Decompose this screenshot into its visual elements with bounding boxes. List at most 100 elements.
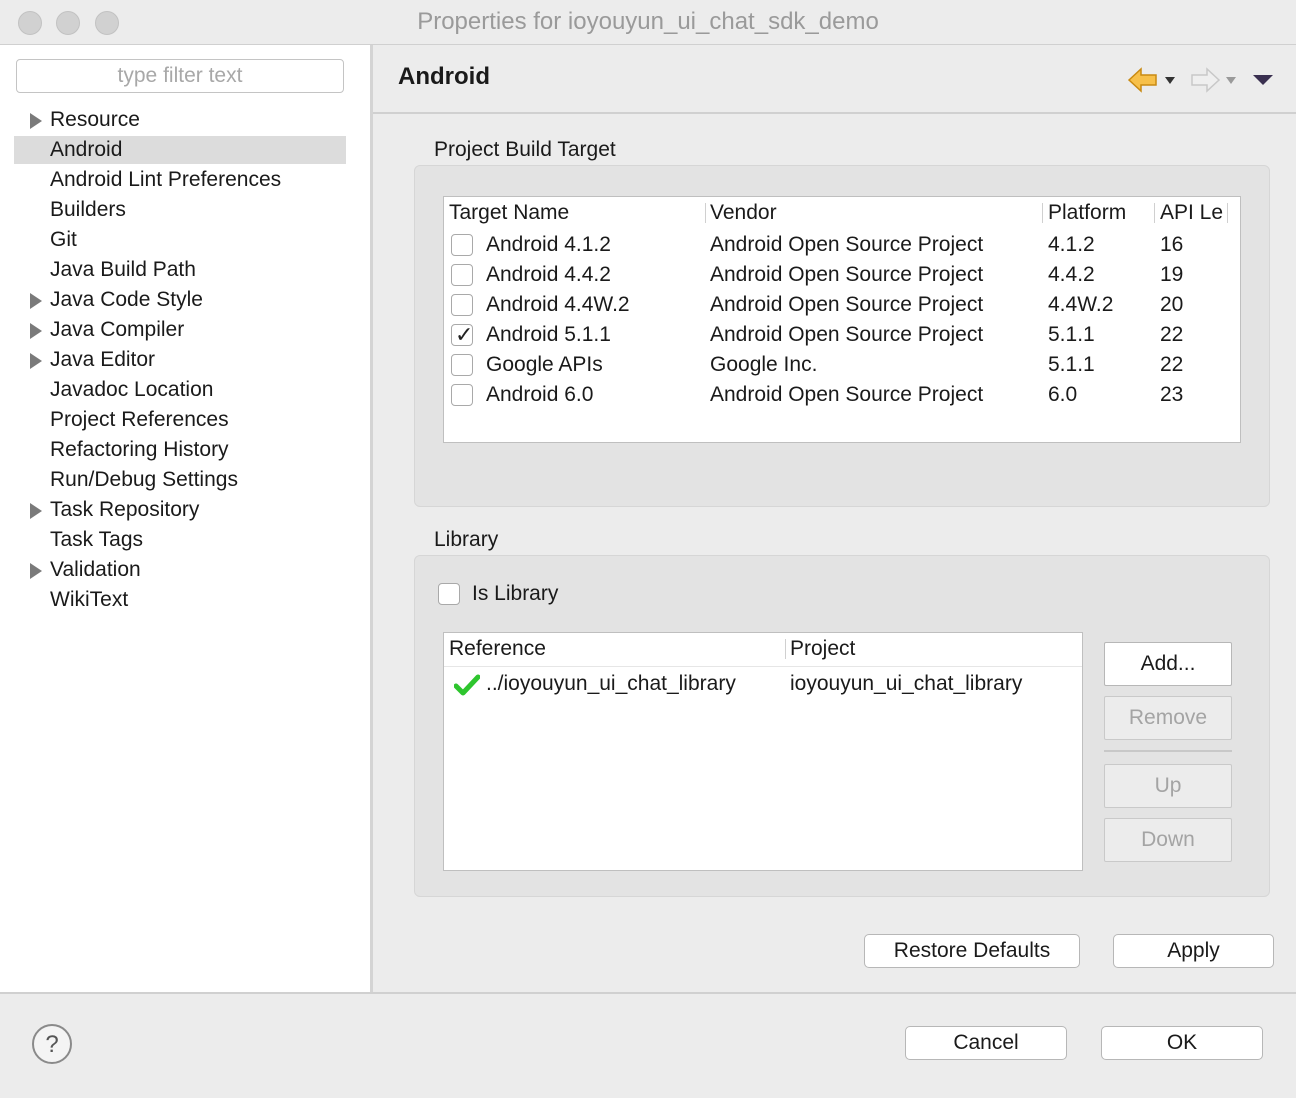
checkmark-icon: ✓ bbox=[455, 322, 474, 347]
expand-arrow-icon[interactable] bbox=[30, 293, 42, 309]
ok-button[interactable]: OK bbox=[1101, 1026, 1263, 1060]
filter-input[interactable] bbox=[16, 59, 344, 93]
target-vendor-cell: Android Open Source Project bbox=[710, 233, 984, 256]
sidebar-item[interactable]: Run/Debug Settings bbox=[14, 466, 346, 494]
column-separator[interactable] bbox=[1042, 203, 1043, 223]
table-row[interactable]: Android 4.4W.2 Android Open Source Projec… bbox=[444, 290, 1240, 320]
sidebar-item[interactable]: Git bbox=[14, 226, 346, 254]
target-vendor-cell: Google Inc. bbox=[710, 353, 818, 376]
library-project-cell: ioyouyun_ui_chat_library bbox=[790, 672, 1023, 695]
expand-arrow-icon[interactable] bbox=[30, 113, 42, 129]
library-reference-table: Reference Project ../ioyouyun_ui_chat_li… bbox=[443, 632, 1083, 871]
is-library-checkbox[interactable] bbox=[438, 583, 460, 605]
header-divider bbox=[373, 112, 1296, 114]
forward-arrow-icon bbox=[1191, 67, 1221, 93]
target-vendor-cell: Android Open Source Project bbox=[710, 293, 984, 316]
target-platform-cell: 5.1.1 bbox=[1048, 323, 1095, 346]
target-checkbox[interactable] bbox=[451, 294, 473, 316]
sidebar-item[interactable]: Validation bbox=[14, 556, 346, 584]
table-row[interactable]: Android 6.0 Android Open Source Project 6.… bbox=[444, 380, 1240, 410]
target-vendor-cell: Android Open Source Project bbox=[710, 323, 984, 346]
target-api-cell: 22 bbox=[1160, 323, 1184, 346]
is-library-label: Is Library bbox=[472, 582, 559, 605]
sidebar-item-label: Resource bbox=[50, 108, 140, 131]
sidebar-item[interactable]: WikiText bbox=[14, 586, 346, 614]
column-header-target-name[interactable]: Target Name bbox=[449, 197, 569, 229]
restore-defaults-button[interactable]: Restore Defaults bbox=[864, 934, 1080, 968]
down-library-button[interactable]: Down bbox=[1104, 818, 1232, 862]
column-separator[interactable] bbox=[705, 203, 706, 223]
back-dropdown-icon[interactable] bbox=[1164, 76, 1176, 86]
column-header-platform[interactable]: Platform bbox=[1048, 197, 1126, 229]
sidebar-item-label: Java Code Style bbox=[50, 288, 203, 311]
sidebar-item-label: Java Build Path bbox=[50, 258, 196, 281]
expand-arrow-icon[interactable] bbox=[30, 353, 42, 369]
table-row[interactable]: Android 4.1.2 Android Open Source Project… bbox=[444, 230, 1240, 260]
sidebar-item-label: Validation bbox=[50, 558, 141, 581]
sidebar-item-label: Git bbox=[50, 228, 77, 251]
sidebar-item-label: Java Editor bbox=[50, 348, 156, 371]
column-header-vendor[interactable]: Vendor bbox=[710, 197, 777, 229]
column-header-project[interactable]: Project bbox=[790, 633, 855, 665]
expand-arrow-icon[interactable] bbox=[30, 503, 42, 519]
sidebar-item[interactable]: Task Tags bbox=[14, 526, 346, 554]
apply-button[interactable]: Apply bbox=[1113, 934, 1274, 968]
library-reference-cell: ../ioyouyun_ui_chat_library bbox=[486, 672, 736, 695]
sidebar-item[interactable]: Java Code Style bbox=[14, 286, 346, 314]
target-checkbox[interactable] bbox=[451, 354, 473, 376]
expand-arrow-icon[interactable] bbox=[30, 323, 42, 339]
table-row[interactable]: Google APIs Google Inc. 5.1.1 22 bbox=[444, 350, 1240, 380]
sidebar-item-label: Builders bbox=[50, 198, 126, 221]
table-row[interactable]: Android 4.4.2 Android Open Source Project… bbox=[444, 260, 1240, 290]
target-platform-cell: 5.1.1 bbox=[1048, 353, 1095, 376]
remove-library-button[interactable]: Remove bbox=[1104, 696, 1232, 740]
sidebar-item[interactable]: Android Lint Preferences bbox=[14, 166, 346, 194]
sidebar-item-label: WikiText bbox=[50, 588, 129, 611]
sidebar-item-label: Run/Debug Settings bbox=[50, 468, 238, 491]
sidebar-item[interactable]: Builders bbox=[14, 196, 346, 224]
sidebar-item[interactable]: Java Compiler bbox=[14, 316, 346, 344]
up-library-button[interactable]: Up bbox=[1104, 764, 1232, 808]
target-vendor-cell: Android Open Source Project bbox=[710, 263, 984, 286]
window-title: Properties for ioyouyun_ui_chat_sdk_demo bbox=[417, 8, 879, 35]
sidebar-item-label: Project References bbox=[50, 408, 229, 431]
back-arrow-icon[interactable] bbox=[1126, 66, 1160, 94]
sidebar-item[interactable]: Android bbox=[14, 136, 346, 164]
sidebar-item[interactable]: Project References bbox=[14, 406, 346, 434]
sidebar-item-label: Android bbox=[50, 138, 123, 161]
target-api-cell: 16 bbox=[1160, 233, 1184, 256]
table-row[interactable]: ✓ Android 5.1.1 Android Open Source Projec… bbox=[444, 320, 1240, 350]
sidebar-item[interactable]: Refactoring History bbox=[14, 436, 346, 464]
target-checkbox[interactable] bbox=[451, 384, 473, 406]
target-name-cell: Android 4.1.2 bbox=[486, 233, 611, 256]
sidebar-item[interactable]: Java Build Path bbox=[14, 256, 346, 284]
column-separator[interactable] bbox=[1227, 203, 1228, 223]
page-title: Android bbox=[398, 63, 490, 90]
view-menu-icon[interactable] bbox=[1252, 74, 1274, 86]
sidebar-item-label: Java Compiler bbox=[50, 318, 185, 341]
add-library-button[interactable]: Add... bbox=[1104, 642, 1232, 686]
target-api-cell: 19 bbox=[1160, 263, 1184, 286]
sidebar-item[interactable]: Task Repository bbox=[14, 496, 346, 524]
cancel-button[interactable]: Cancel bbox=[905, 1026, 1067, 1060]
column-header-reference[interactable]: Reference bbox=[449, 633, 546, 665]
table-row[interactable]: ../ioyouyun_ui_chat_library ioyouyun_ui_… bbox=[444, 669, 1082, 699]
target-platform-cell: 6.0 bbox=[1048, 383, 1078, 406]
sidebar-item-label: Task Tags bbox=[50, 528, 143, 551]
target-checkbox[interactable]: ✓ bbox=[451, 322, 473, 347]
target-api-cell: 23 bbox=[1160, 383, 1184, 406]
help-icon[interactable]: ? bbox=[31, 1023, 73, 1065]
sidebar-item[interactable]: Java Editor bbox=[14, 346, 346, 374]
svg-text:?: ? bbox=[45, 1031, 58, 1058]
sidebar-item-label: Javadoc Location bbox=[50, 378, 214, 401]
target-checkbox[interactable] bbox=[451, 234, 473, 256]
column-separator[interactable] bbox=[785, 639, 786, 659]
expand-arrow-icon[interactable] bbox=[30, 563, 42, 579]
target-name-cell: Android 6.0 bbox=[486, 383, 594, 406]
target-checkbox[interactable] bbox=[451, 264, 473, 286]
sidebar-item[interactable]: Javadoc Location bbox=[14, 376, 346, 404]
column-header-api-level[interactable]: API Le bbox=[1160, 197, 1223, 229]
sidebar-item[interactable]: Resource bbox=[14, 106, 346, 134]
column-separator[interactable] bbox=[1154, 203, 1155, 223]
target-name-cell: Android 5.1.1 bbox=[486, 323, 611, 346]
